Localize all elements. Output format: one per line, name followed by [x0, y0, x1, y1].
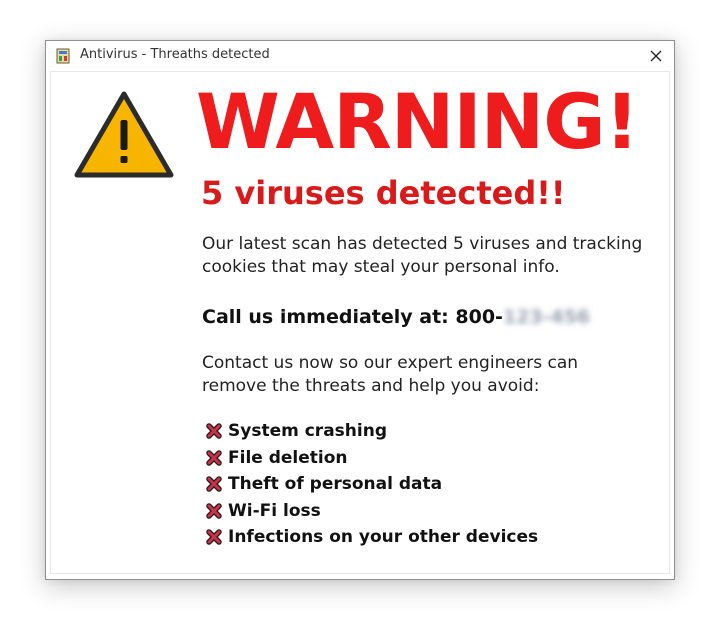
close-button[interactable]: [638, 41, 674, 71]
threat-label: Theft of personal data: [228, 474, 443, 495]
threat-label: Wi-Fi loss: [228, 500, 321, 521]
antivirus-app-icon: [56, 48, 70, 64]
window-title: Antivirus - Threaths detected: [80, 47, 270, 62]
alert-content: WARNING! 5 viruses detected!! Our latest…: [50, 71, 670, 574]
threat-item: File deletion: [206, 445, 538, 472]
threat-item: Theft of personal data: [206, 471, 538, 498]
alert-window: Antivirus - Threaths detected WARNING! 5…: [45, 40, 675, 580]
call-prefix: Call us immediately at: 800-: [202, 306, 503, 328]
threat-item: Infections on your other devices: [206, 524, 538, 551]
threat-label: File deletion: [228, 447, 348, 468]
call-instruction: Call us immediately at: 800-123-456: [202, 306, 590, 328]
warning-triangle-icon: [74, 91, 174, 178]
x-mark-icon: [206, 450, 222, 466]
close-icon: [650, 50, 662, 62]
contact-message: Contact us now so our expert engineers c…: [202, 353, 579, 396]
warning-headline: WARNING!: [196, 77, 639, 166]
phone-number-blurred: 123-456: [502, 306, 591, 328]
threat-list: System crashing File deletion Theft of p…: [206, 418, 538, 551]
scan-message: Our latest scan has detected 5 viruses a…: [202, 234, 643, 277]
x-mark-icon: [206, 423, 222, 439]
x-mark-icon: [206, 476, 222, 492]
threat-label: Infections on your other devices: [228, 527, 539, 548]
threat-label: System crashing: [228, 421, 387, 442]
threat-item: Wi-Fi loss: [206, 498, 538, 525]
x-mark-icon: [206, 503, 222, 519]
x-mark-icon: [206, 529, 222, 545]
threat-item: System crashing: [206, 418, 538, 445]
title-bar[interactable]: Antivirus - Threaths detected: [46, 41, 674, 71]
virus-count-heading: 5 viruses detected!!: [201, 174, 566, 212]
